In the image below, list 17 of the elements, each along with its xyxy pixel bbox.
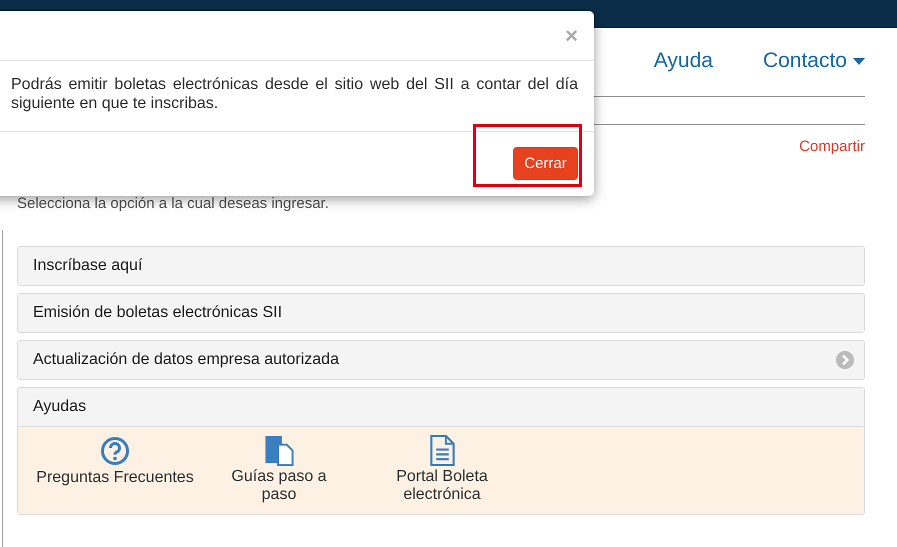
help-link[interactable]: Portal Boleta electrónica — [346, 435, 538, 504]
modal-message: Podrás emitir boletas electrónicas desde el sitio web del SII a contar del día siguiente en que te inscribas. — [0, 61, 594, 132]
help-link[interactable]: Preguntas Frecuentes — [18, 435, 212, 504]
accordion-header[interactable]: Actualización de datos empresa autorizada — [18, 341, 864, 379]
nav-link[interactable]: Contacto — [762, 46, 865, 76]
help-link[interactable]: Guías paso a paso — [212, 435, 346, 504]
help-icon — [100, 435, 130, 467]
accordion-header[interactable]: Inscríbase aquí — [18, 247, 864, 285]
book-icon — [264, 435, 294, 466]
chevron-icon — [836, 351, 854, 369]
share-link[interactable]: Compartir — [799, 138, 865, 155]
instruction-text: Selecciona la opción a la cual deseas ingresar. — [17, 195, 330, 212]
close-dialog-button[interactable]: Cerrar — [513, 147, 578, 180]
accordion-header[interactable]: Ayudas — [18, 388, 864, 426]
nav-link[interactable]: Ayuda — [654, 46, 713, 76]
caret-icon — [853, 58, 865, 64]
accordion-header[interactable]: Emisión de boletas electrónicas SII — [18, 294, 864, 332]
